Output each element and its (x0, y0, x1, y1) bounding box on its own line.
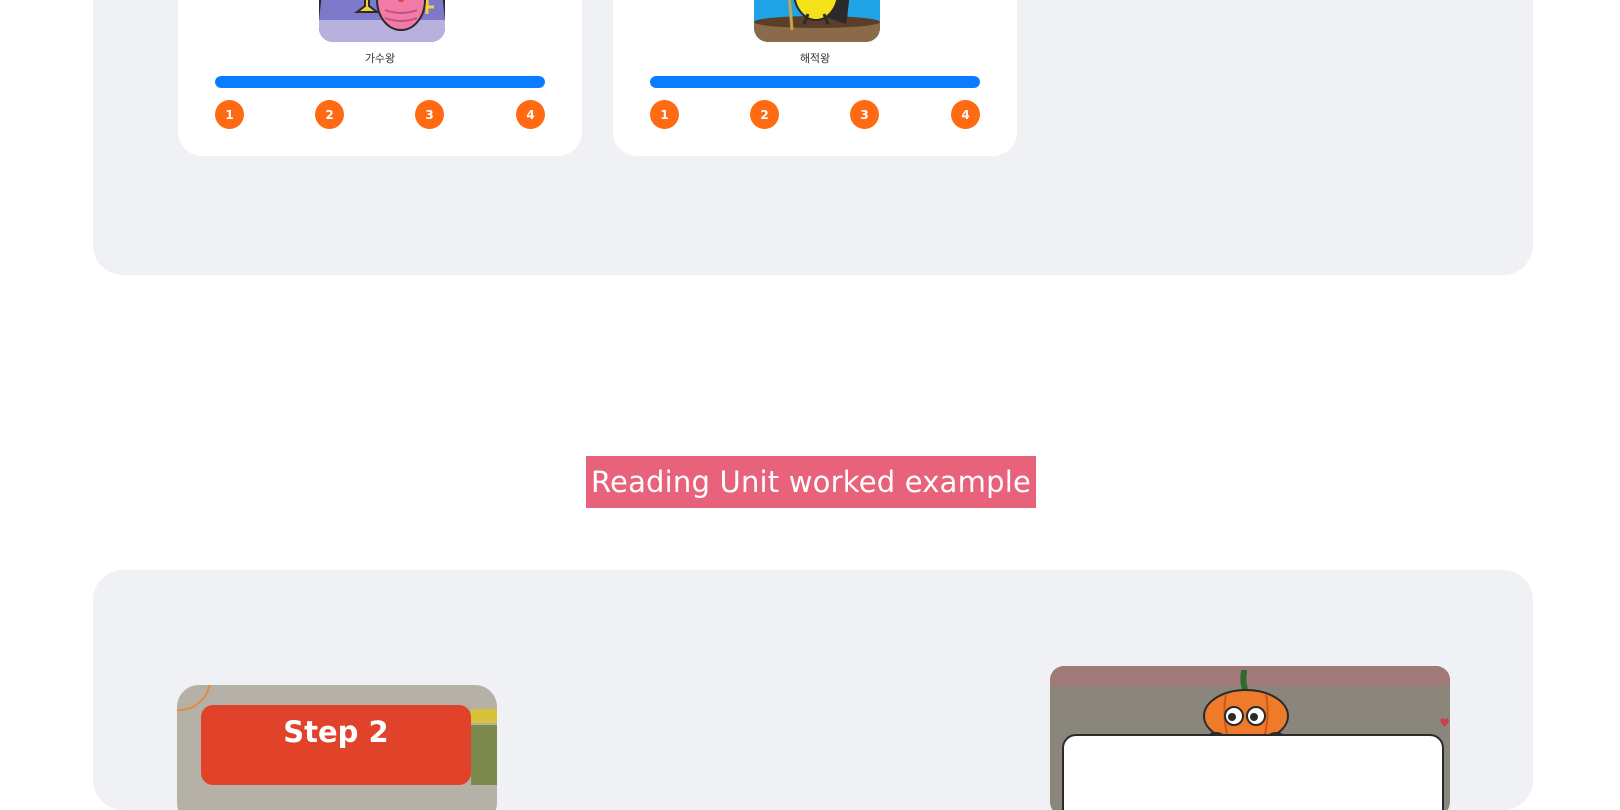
section-title: Reading Unit worked example (586, 456, 1036, 508)
heart-icon: ♥ (1439, 716, 1450, 730)
decorative-bar (471, 725, 497, 785)
progress-fill (650, 76, 980, 88)
step-2-button[interactable]: 2 (315, 100, 344, 129)
step-screenshot: Step 2 (177, 685, 497, 810)
progress-bar (650, 76, 980, 88)
step-1-button[interactable]: 1 (215, 100, 244, 129)
speech-board (1062, 734, 1444, 810)
step-list: 1 2 3 4 (215, 100, 545, 130)
step-2-button[interactable]: 2 (750, 100, 779, 129)
card-title: 가수왕 (364, 52, 396, 65)
worked-example-panel: Step 2 ♥ (93, 570, 1533, 810)
step-3-button[interactable]: 3 (850, 100, 879, 129)
pirate-king-thumbnail (754, 0, 880, 42)
unit-cards-panel: 가수왕 1 2 3 4 해적왕 1 2 3 4 (93, 0, 1533, 275)
step-4-button[interactable]: 4 (951, 100, 980, 129)
progress-fill (215, 76, 545, 88)
pumpkin-screenshot: ♥ (1050, 666, 1450, 810)
step-3-button[interactable]: 3 (415, 100, 444, 129)
step-4-button[interactable]: 4 (516, 100, 545, 129)
progress-bar (215, 76, 545, 88)
step-banner: Step 2 (201, 705, 471, 785)
pumpkin-character-icon (1203, 670, 1289, 742)
decorative-bar (471, 709, 497, 723)
unit-card[interactable]: 해적왕 1 2 3 4 (613, 0, 1017, 156)
singer-king-thumbnail (319, 0, 445, 42)
step-1-button[interactable]: 1 (650, 100, 679, 129)
card-title: 해적왕 (799, 52, 831, 65)
step-list: 1 2 3 4 (650, 100, 980, 130)
unit-card[interactable]: 가수왕 1 2 3 4 (178, 0, 582, 156)
